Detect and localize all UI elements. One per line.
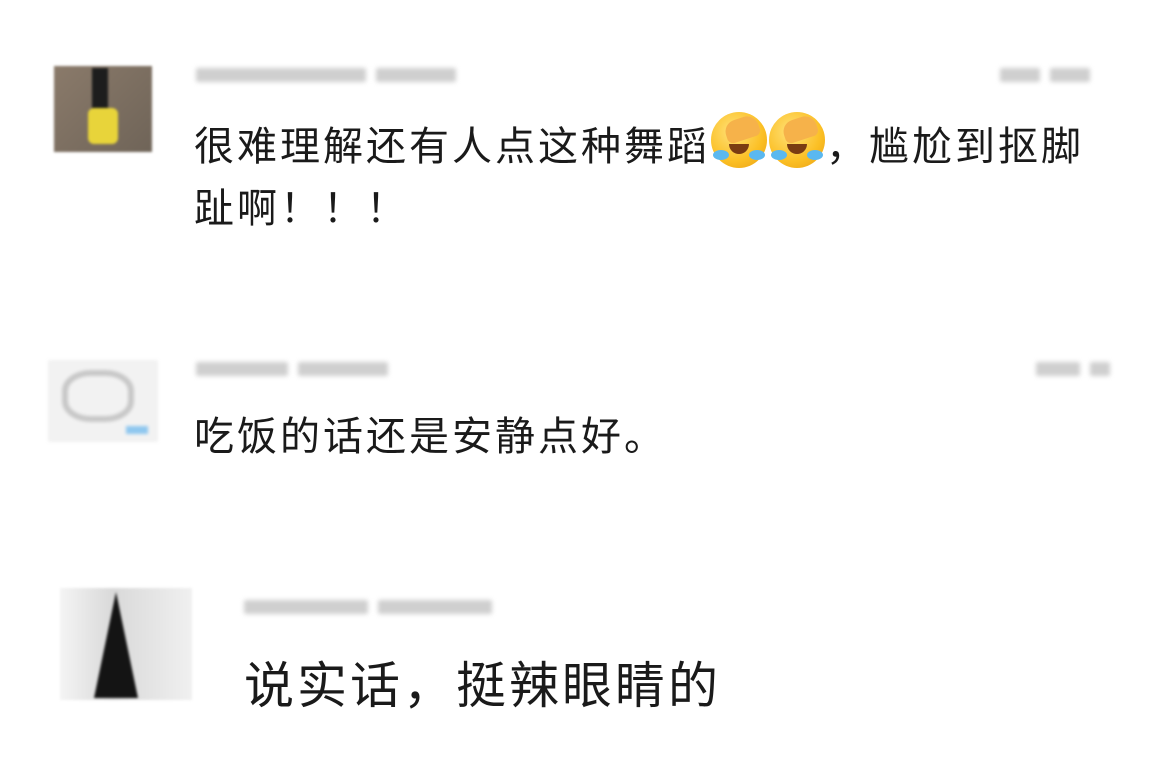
like-icon-blurred[interactable] (1000, 68, 1040, 82)
comment-text-part-1: 很难理解还有人点这种舞蹈 (194, 124, 710, 170)
comment-text: 说实话，挺辣眼睛的 (244, 657, 721, 715)
location-blurred (378, 600, 492, 614)
avatar[interactable] (60, 588, 192, 700)
username-blurred[interactable] (196, 362, 288, 376)
avatar-figure (92, 68, 108, 108)
comment-text: 很难理解还有人点这种舞蹈 ，尴尬到抠脚趾啊！！！ (194, 112, 1124, 240)
comment-meta (196, 68, 456, 82)
username-blurred[interactable] (196, 68, 366, 82)
comment-text: 吃饭的话还是安静点好。 (194, 414, 667, 460)
like-area[interactable] (1000, 68, 1090, 82)
username-blurred[interactable] (244, 600, 368, 614)
comment-meta (244, 600, 492, 614)
comment-meta (196, 362, 388, 376)
avatar-bag (88, 108, 118, 144)
like-count-blurred (1090, 362, 1110, 376)
face-palm-crying-icon (711, 112, 767, 168)
location-blurred (298, 362, 388, 376)
avatar[interactable] (48, 360, 158, 442)
avatar-shape (62, 370, 134, 422)
location-blurred (376, 68, 456, 82)
avatar-dot (126, 426, 148, 434)
like-count-blurred (1050, 68, 1090, 82)
like-area[interactable] (1036, 362, 1110, 376)
face-palm-crying-icon (769, 112, 825, 168)
avatar-figure (94, 592, 138, 698)
like-icon-blurred[interactable] (1036, 362, 1080, 376)
avatar[interactable] (54, 66, 152, 152)
